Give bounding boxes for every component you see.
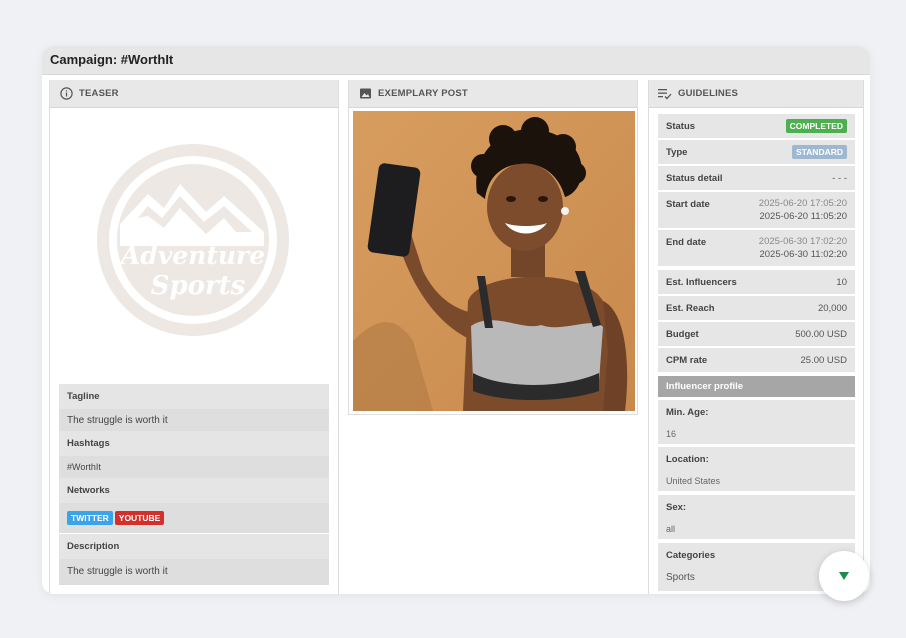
- network-badge-twitter: TWITTER: [67, 511, 113, 525]
- status-detail-label: Status detail: [666, 173, 723, 184]
- influencer-profile-section: Influencer profile: [658, 376, 855, 397]
- sex-label: Sex:: [666, 502, 687, 513]
- description-label: Description: [67, 541, 120, 552]
- adventure-sports-logo: Adventure Sports: [97, 144, 289, 336]
- min-age-row: Min. Age: 16: [658, 400, 855, 444]
- status-row: Status COMPLETED: [658, 114, 855, 138]
- cpm-label: CPM rate: [666, 355, 708, 366]
- post-photo: [353, 111, 635, 411]
- page-title: Campaign: #WorthIt: [50, 52, 174, 67]
- type-badge: STANDARD: [791, 145, 847, 159]
- location-row: Location: United States: [658, 447, 855, 491]
- reach-label: Est. Reach: [666, 303, 715, 314]
- type-row: Type STANDARD: [658, 140, 855, 164]
- budget-label: Budget: [666, 329, 699, 340]
- min-age-value: 16: [666, 429, 677, 439]
- network-badge-youtube: YOUTUBE: [114, 511, 165, 525]
- min-age-label: Min. Age:: [666, 407, 709, 418]
- end-date-value-1: 2025-06-30 17:02:20: [758, 236, 847, 247]
- campaign-window: Campaign: #WorthIt TEASER Adventure Spor…: [42, 46, 870, 594]
- logo-text-adventure: Adventure: [119, 241, 265, 270]
- end-date-value-2: 2025-06-30 11:02:20: [759, 249, 847, 260]
- reach-row: Est. Reach 20,000: [658, 296, 855, 320]
- chevron-down-icon: [839, 572, 849, 580]
- cpm-row: CPM rate 25.00 USD: [658, 348, 855, 372]
- hashtags-value: #WorthIt: [59, 456, 329, 478]
- end-date-label: End date: [666, 237, 707, 248]
- networks-field: Networks TWITTER YOUTUBE: [59, 478, 329, 533]
- sex-value: all: [666, 524, 676, 534]
- categories-label: Categories: [666, 550, 716, 561]
- start-date-value-1: 2025-06-20 17:05:20: [758, 198, 847, 209]
- description-value: The struggle is worth it: [59, 559, 329, 585]
- status-detail-value: - - -: [832, 173, 847, 184]
- teaser-header: TEASER: [50, 80, 338, 108]
- cpm-value: 25.00 USD: [800, 355, 847, 366]
- teaser-logo-image: Adventure Sports: [56, 114, 331, 372]
- influencers-label: Est. Influencers: [666, 277, 737, 288]
- description-field: Description The struggle is worth it: [59, 534, 329, 585]
- networks-values: TWITTER YOUTUBE: [59, 503, 329, 533]
- hashtags-field: Hashtags #WorthIt: [59, 431, 329, 478]
- influencers-row: Est. Influencers 10: [658, 270, 855, 294]
- influencers-value: 10: [836, 277, 847, 288]
- sex-row: Sex: all: [658, 495, 855, 539]
- start-date-label: Start date: [666, 199, 710, 210]
- teaser-column: TEASER Adventure Sports Tagline The stru…: [49, 80, 339, 594]
- status-label: Status: [666, 121, 696, 132]
- location-label: Location:: [666, 454, 709, 465]
- teaser-header-label: TEASER: [79, 88, 119, 99]
- tagline-value: The struggle is worth it: [59, 409, 329, 432]
- checklist-icon: [658, 87, 672, 101]
- status-badge: COMPLETED: [785, 119, 847, 133]
- status-detail-row: Status detail - - -: [658, 166, 855, 190]
- guidelines-column: GUIDELINES Status COMPLETED Type STANDAR…: [648, 80, 864, 594]
- end-date-row: End date 2025-06-30 17:02:20 2025-06-30 …: [658, 230, 855, 266]
- image-icon: [358, 87, 372, 101]
- title-bar: Campaign: #WorthIt: [42, 46, 870, 75]
- type-label: Type: [666, 147, 688, 158]
- tagline-field: Tagline The struggle is worth it: [59, 384, 329, 432]
- start-date-row: Start date 2025-06-20 17:05:20 2025-06-2…: [658, 192, 855, 228]
- reach-value: 20,000: [817, 303, 847, 314]
- budget-value: 500.00 USD: [795, 329, 847, 340]
- logo-text-sports: Sports: [151, 271, 246, 301]
- guidelines-header-label: GUIDELINES: [678, 88, 739, 99]
- start-date-value-2: 2025-06-20 11:05:20: [759, 211, 847, 222]
- budget-row: Budget 500.00 USD: [658, 322, 855, 346]
- hashtags-label: Hashtags: [67, 438, 110, 449]
- guidelines-header: GUIDELINES: [649, 80, 863, 108]
- scroll-down-button[interactable]: [819, 551, 869, 601]
- influencer-profile-title: Influencer profile: [666, 381, 744, 392]
- tagline-label: Tagline: [67, 391, 100, 402]
- post-column: EXEMPLARY POST: [348, 80, 638, 415]
- networks-label: Networks: [67, 485, 110, 496]
- location-value: United States: [666, 476, 721, 486]
- post-header: EXEMPLARY POST: [349, 80, 637, 108]
- categories-value: Sports: [666, 572, 695, 583]
- post-header-label: EXEMPLARY POST: [378, 88, 468, 99]
- info-icon: [59, 87, 73, 101]
